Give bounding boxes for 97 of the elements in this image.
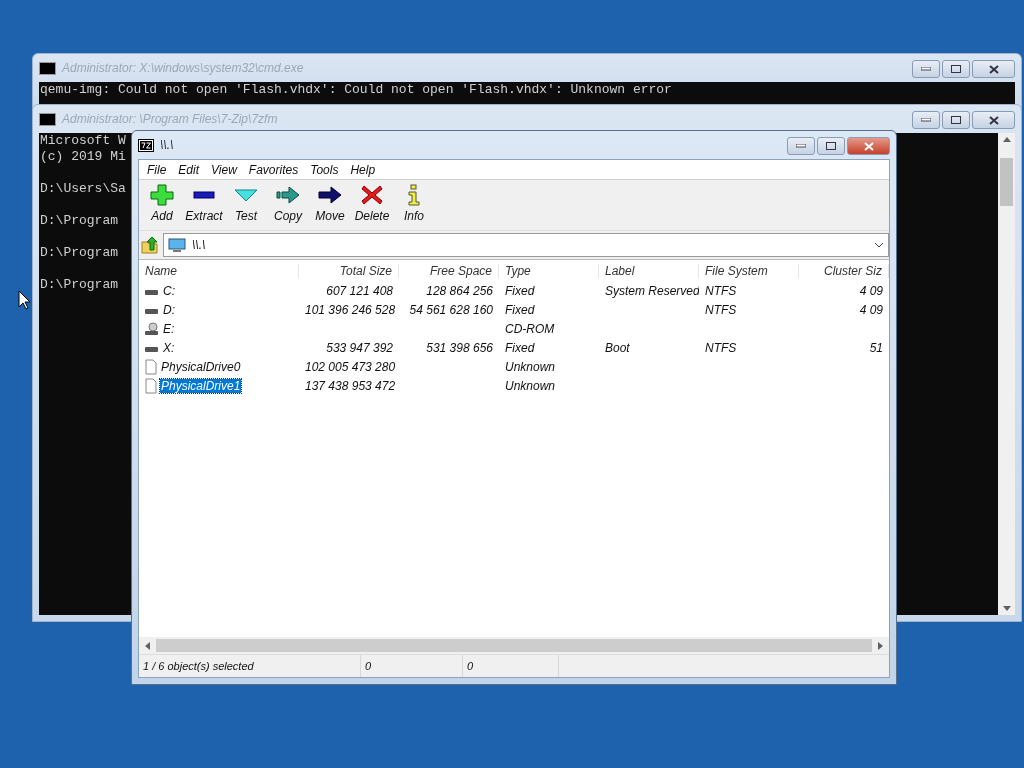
toolbar-button[interactable]: Test [226, 184, 266, 228]
table-cell-text: CD-ROM [504, 321, 556, 336]
console-icon [39, 61, 56, 75]
scrollbar-thumb[interactable] [1000, 158, 1013, 206]
console-icon [39, 112, 56, 126]
arrow-right-icon [276, 184, 300, 206]
table-cell-text: 4 09 [858, 302, 884, 317]
minimize-icon [921, 67, 931, 71]
horizontal-scrollbar[interactable] [139, 637, 889, 654]
status-text: 1 / 6 object(s) selected [139, 655, 361, 677]
window-title: Administrator: \Program Files\7-Zip\7zfm [62, 112, 279, 126]
window-title: Administrator: X:\windows\system32\cmd.exe [62, 61, 305, 75]
console-line: Microsoft W [40, 133, 126, 149]
status-text: 0 [463, 655, 559, 677]
document-icon [145, 358, 157, 375]
column-header[interactable]: Free Space [399, 263, 499, 278]
maximize-button[interactable] [817, 137, 845, 155]
maximize-button[interactable] [942, 111, 970, 129]
arrow-right-icon[interactable] [876, 641, 885, 650]
close-button[interactable] [847, 137, 890, 155]
menu-item[interactable]: Favorites [242, 162, 305, 177]
file-name[interactable]: C: [162, 283, 176, 298]
menu-item[interactable]: View [205, 162, 243, 177]
column-header[interactable]: Label [599, 263, 699, 278]
table-cell-text: 51 [868, 340, 884, 355]
menu-item[interactable]: Edit [172, 162, 206, 177]
table-cell-text: 101 396 246 528 [304, 302, 397, 317]
console-line: qemu-img: Could not open 'Flash.vhdx': Could not open 'Flash.vhdx': Unknown error [40, 82, 672, 98]
table-cell-text: Fixed [504, 283, 536, 298]
table-cell-text: 607 121 408 [325, 283, 394, 298]
computer-icon [168, 237, 186, 253]
app-logo-icon [138, 138, 154, 152]
cd-drive-icon [145, 321, 159, 336]
table-cell-text: 137 438 953 472 [304, 378, 397, 393]
close-button[interactable] [972, 111, 1015, 129]
table-cell-text: 128 864 256 [425, 283, 494, 298]
close-button[interactable] [972, 60, 1015, 78]
menu-item[interactable]: File [141, 162, 173, 177]
arrow-right-icon [318, 184, 342, 206]
table-cell-text: 102 005 473 280 [304, 359, 397, 374]
menu-item[interactable]: Help [344, 162, 382, 177]
scrollbar[interactable] [998, 133, 1015, 615]
table-cell-text: Fixed [504, 302, 536, 317]
menu-item[interactable]: Tools [304, 162, 345, 177]
toolbar-button[interactable]: Copy [268, 184, 308, 228]
table-cell-text: Boot [604, 340, 631, 355]
table-cell-text: NTFS [704, 302, 738, 317]
toolbar-button[interactable]: Move [310, 184, 350, 228]
plus-icon [150, 184, 174, 206]
arrow-down-icon[interactable] [1002, 604, 1011, 613]
console-line: D:\Program [40, 245, 118, 261]
file-name[interactable]: PhysicalDrive1 [160, 378, 242, 393]
table-cell-text: 54 561 628 160 [408, 302, 494, 317]
folder-up-icon[interactable] [141, 236, 159, 254]
column-header[interactable]: Type [499, 263, 599, 278]
console-line: D:\Program [40, 277, 118, 293]
maximize-icon [951, 116, 961, 124]
file-name[interactable]: E: [162, 321, 176, 336]
toolbar-button[interactable]: Extract [184, 184, 224, 228]
maximize-icon [826, 142, 836, 150]
column-header[interactable]: Name [139, 263, 299, 278]
window-title: \\.\ [160, 138, 175, 152]
mouse-cursor-icon [18, 290, 30, 310]
console-line: D:\Users\Sa [40, 181, 126, 197]
minimize-icon [796, 144, 806, 148]
arrow-up-icon[interactable] [1002, 135, 1011, 144]
column-header[interactable]: File System [699, 263, 799, 278]
table-cell-text: Fixed [504, 340, 536, 355]
toolbar-button[interactable]: Delete [352, 184, 392, 228]
close-icon [988, 64, 999, 74]
console-line: (c) 2019 Mi [40, 149, 126, 165]
address-field[interactable]: \\.\ [163, 233, 889, 257]
file-name[interactable]: D: [162, 302, 176, 317]
table-cell-text: 531 398 656 [425, 340, 494, 355]
column-header[interactable]: Cluster Siz [799, 263, 889, 278]
maximize-icon [951, 65, 961, 73]
table-cell-text: Unknown [504, 359, 557, 374]
close-icon [988, 115, 999, 125]
toolbar-button[interactable]: Info [394, 184, 434, 228]
toolbar-button[interactable]: Add [142, 184, 182, 228]
table-cell-text: 4 09 [858, 283, 884, 298]
file-name[interactable]: X: [162, 340, 176, 355]
maximize-button[interactable] [942, 60, 970, 78]
close-icon [863, 141, 874, 151]
table-cell-text: NTFS [704, 283, 738, 298]
status-text: 0 [361, 655, 463, 677]
cross-icon [360, 184, 384, 206]
file-name[interactable]: PhysicalDrive0 [160, 359, 242, 374]
column-header[interactable]: Total Size [299, 263, 399, 278]
arrow-left-icon[interactable] [143, 641, 152, 650]
table-cell-text: 533 947 392 [325, 340, 394, 355]
minimize-icon [921, 118, 931, 122]
console-line: D:\Program [40, 213, 118, 229]
table-cell-text: NTFS [704, 340, 738, 355]
table-cell-text: Unknown [504, 378, 557, 393]
dropdown-caret-icon[interactable] [874, 242, 884, 248]
document-icon [145, 377, 157, 394]
